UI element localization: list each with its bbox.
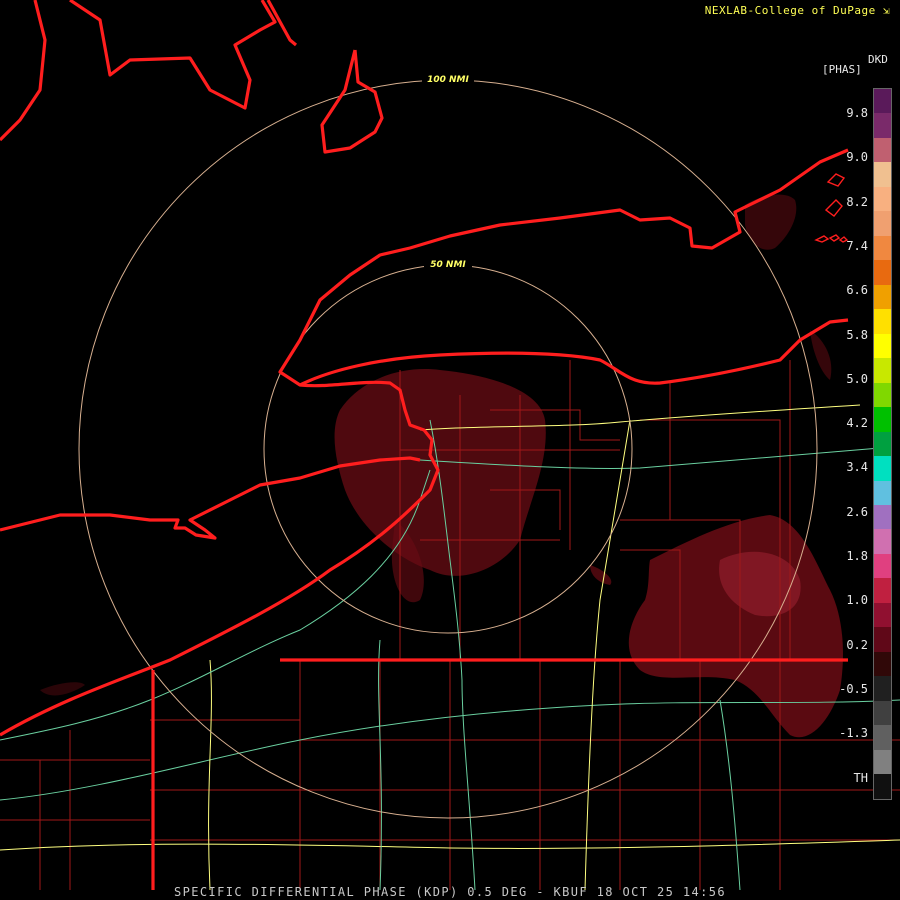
legend-swatch: [874, 725, 891, 750]
legend-swatch: [874, 651, 891, 677]
legend-tick-label: 9.0: [846, 150, 868, 165]
legend-swatch: [874, 578, 891, 603]
legend-tick-label: 4.2: [846, 416, 868, 431]
legend-swatch: [874, 529, 891, 554]
legend-swatch: [874, 774, 891, 799]
legend-swatch: [874, 162, 891, 187]
legend-tick-label: 1.0: [846, 593, 868, 608]
legend-swatch: [874, 431, 891, 457]
legend-unit: [PHAS]: [822, 63, 862, 76]
legend-swatch: [874, 309, 891, 334]
legend-swatch: [874, 284, 891, 310]
legend-swatch: [874, 700, 891, 726]
legend-swatch: [874, 235, 891, 261]
legend-tick-label: 6.6: [846, 283, 868, 298]
arrow-icon: ⇲: [882, 4, 890, 17]
legend-tick-label: 5.8: [846, 327, 868, 342]
legend-swatch: [874, 749, 891, 775]
legend-tick-label: -0.5: [839, 681, 868, 696]
legend-swatch: [874, 113, 891, 138]
legend-swatch: [874, 89, 891, 114]
legend-tick-label: 1.8: [846, 549, 868, 563]
legend-swatch: [874, 407, 891, 432]
range-label-50: 50 NMI: [430, 260, 466, 270]
legend-tick-label: 7.4: [846, 238, 868, 253]
legend-swatch: [874, 382, 891, 408]
credit-text: NEXLAB-College of DuPage: [704, 4, 876, 17]
color-scale-bar: [873, 88, 892, 800]
legend-swatch: [874, 456, 891, 481]
legend-tick-label: 9.8: [846, 106, 868, 120]
legend-tick-label: 0.2: [846, 637, 868, 652]
legend-tick-label: 2.6: [846, 504, 868, 519]
legend-swatch: [874, 504, 891, 530]
legend-tick-label: 5.0: [846, 371, 868, 386]
legend-swatch: [874, 260, 891, 285]
legend-swatch: [874, 333, 891, 359]
legend-product: DKD: [868, 53, 888, 66]
legend-swatch: [874, 553, 891, 579]
legend-swatch: [874, 602, 891, 628]
legend-swatch: [874, 676, 891, 701]
legend-swatch: [874, 137, 891, 163]
legend-tick-label: TH: [853, 770, 868, 785]
range-label-100: 100 NMI: [427, 75, 469, 85]
credit-label: NEXLAB-College of DuPage ⇲: [705, 4, 890, 17]
radar-map: 50 NMI 100 NMI: [0, 0, 900, 900]
legend-swatch: [874, 627, 891, 652]
product-footer: SPECIFIC DIFFERENTIAL PHASE (KDP) 0.5 DE…: [174, 885, 726, 899]
legend-tick-label: 3.4: [846, 460, 868, 475]
legend-swatch: [874, 480, 891, 505]
legend-tick-label: -1.3: [839, 726, 868, 741]
legend-swatch: [874, 211, 891, 236]
legend-tick-label: 8.2: [846, 194, 868, 209]
legend-swatch: [874, 186, 891, 212]
legend-swatch: [874, 358, 891, 383]
